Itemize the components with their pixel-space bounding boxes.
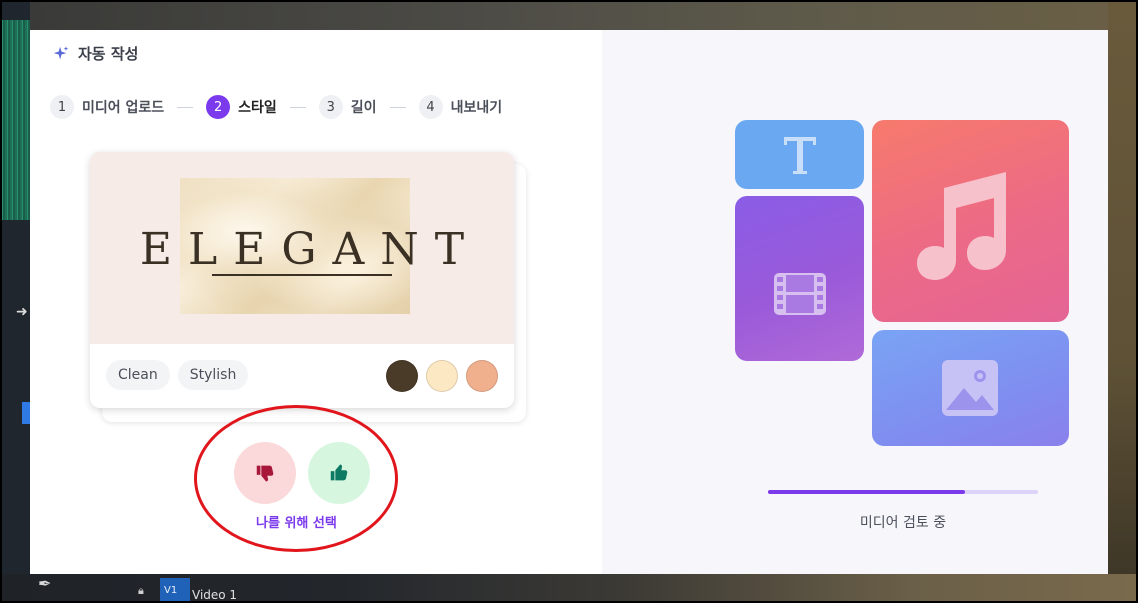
film-icon bbox=[774, 273, 826, 315]
thumbs-down-icon bbox=[256, 465, 274, 482]
step-label: 내보내기 bbox=[450, 100, 503, 116]
swatch-cream bbox=[426, 360, 458, 392]
style-preview: ELEGANT bbox=[90, 152, 514, 344]
bg-pen-icon: ✒ bbox=[38, 574, 52, 593]
bg-lock-icon: 🔒︎ bbox=[138, 584, 144, 597]
style-preview-text: ELEGANT bbox=[139, 224, 481, 275]
stepper: 1 미디어 업로드 2 스타일 3 길이 4 내보내기 bbox=[50, 95, 502, 119]
style-card-stack: ELEGANT Clean Stylish bbox=[90, 152, 526, 422]
step-media-upload[interactable]: 1 미디어 업로드 bbox=[50, 95, 164, 119]
bg-right-area bbox=[1108, 0, 1138, 603]
review-status: 미디어 검토 중 bbox=[859, 515, 947, 531]
tag-clean: Clean bbox=[106, 360, 170, 390]
step-label: 길이 bbox=[350, 100, 377, 116]
image-icon bbox=[942, 360, 998, 416]
step-separator bbox=[289, 106, 306, 108]
dialog-header: 자동 작성 bbox=[52, 43, 138, 64]
bg-track-label: V1 bbox=[164, 585, 178, 596]
step-label: 스타일 bbox=[238, 100, 277, 116]
bg-video-label: Video 1 bbox=[192, 588, 238, 602]
image-tile bbox=[872, 330, 1069, 446]
right-pane: 미디어 검토 중 bbox=[602, 30, 1108, 574]
swatch-dark-brown bbox=[386, 360, 418, 392]
tag-stylish: Stylish bbox=[177, 360, 249, 390]
bg-arrow-icon: ➜ bbox=[16, 304, 28, 320]
color-swatches bbox=[386, 360, 498, 392]
thumbs-up-icon bbox=[330, 464, 348, 481]
step-separator bbox=[389, 106, 406, 108]
music-note-icon bbox=[917, 172, 1006, 280]
step-number: 4 bbox=[418, 95, 443, 119]
step-length[interactable]: 3 길이 bbox=[318, 95, 377, 119]
step-number: 3 bbox=[318, 95, 343, 119]
step-style[interactable]: 2 스타일 bbox=[206, 95, 277, 119]
bg-audio-waveform bbox=[0, 20, 30, 220]
bg-top-area bbox=[30, 0, 1138, 30]
video-tile bbox=[735, 196, 864, 361]
left-pane: 자동 작성 1 미디어 업로드 2 스타일 3 길이 4 내보내기 ELEGAN… bbox=[30, 30, 602, 574]
step-number: 2 bbox=[206, 95, 231, 119]
step-export[interactable]: 4 내보내기 bbox=[418, 95, 503, 119]
review-progress-fill bbox=[768, 490, 966, 494]
music-tile bbox=[872, 120, 1069, 322]
step-number: 1 bbox=[50, 95, 74, 119]
dialog-title: 자동 작성 bbox=[78, 45, 139, 63]
style-tags: Clean Stylish bbox=[106, 360, 249, 390]
step-label: 미디어 업로드 bbox=[82, 100, 165, 116]
auto-create-dialog: 자동 작성 1 미디어 업로드 2 스타일 3 길이 4 내보내기 ELEGAN… bbox=[30, 30, 1108, 574]
sparkle-icon bbox=[53, 45, 69, 59]
style-preview-underline bbox=[212, 274, 392, 276]
step-separator bbox=[177, 106, 194, 108]
text-icon bbox=[784, 137, 816, 174]
like-button[interactable] bbox=[308, 442, 370, 504]
dislike-button[interactable] bbox=[234, 442, 296, 504]
swatch-peach bbox=[466, 360, 498, 392]
pick-for-me-label[interactable]: 나를 위해 선택 bbox=[256, 512, 337, 531]
review-progress-bar bbox=[768, 490, 1038, 494]
text-tile bbox=[735, 120, 864, 189]
style-card[interactable]: ELEGANT Clean Stylish bbox=[90, 152, 514, 408]
